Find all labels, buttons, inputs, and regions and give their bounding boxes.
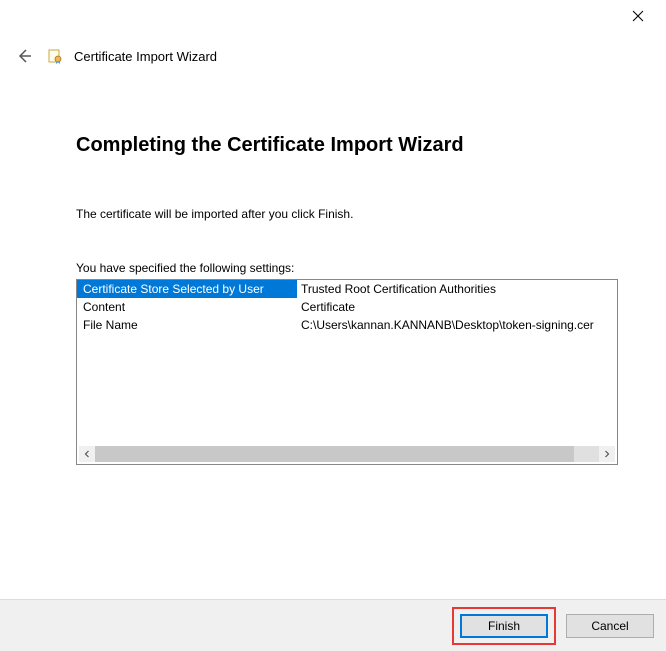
settings-row[interactable]: File Name C:\Users\kannan.KANNANB\Deskto… [77,316,617,334]
settings-label: You have specified the following setting… [76,261,618,275]
scroll-thumb[interactable] [95,446,574,462]
wizard-header: Certificate Import Wizard [0,30,666,74]
finish-button[interactable]: Finish [460,614,548,638]
settings-value-filename: C:\Users\kannan.KANNANB\Desktop\token-si… [297,316,617,334]
chevron-left-icon [83,450,91,458]
title-bar [0,0,666,30]
wizard-content: Completing the Certificate Import Wizard… [0,74,666,465]
horizontal-scrollbar[interactable] [79,446,615,462]
scroll-track[interactable] [95,446,599,462]
scroll-left-button[interactable] [79,446,95,462]
certificate-icon [46,47,64,65]
settings-key-filename: File Name [77,316,297,334]
instruction-text: The certificate will be imported after y… [76,207,618,221]
close-button[interactable] [618,4,658,28]
settings-value-store: Trusted Root Certification Authorities [297,280,617,298]
button-bar: Finish Cancel [0,599,666,651]
page-heading: Completing the Certificate Import Wizard [76,134,618,157]
close-icon [632,10,644,22]
settings-key-content: Content [77,298,297,316]
settings-key-store: Certificate Store Selected by User [77,280,297,298]
window-title: Certificate Import Wizard [74,49,217,64]
cancel-button[interactable]: Cancel [566,614,654,638]
settings-listbox[interactable]: Certificate Store Selected by User Trust… [76,279,618,465]
back-arrow-icon [15,47,33,65]
scroll-right-button[interactable] [599,446,615,462]
settings-row[interactable]: Certificate Store Selected by User Trust… [77,280,617,298]
settings-row[interactable]: Content Certificate [77,298,617,316]
settings-value-content: Certificate [297,298,617,316]
chevron-right-icon [603,450,611,458]
finish-highlight: Finish [452,607,556,645]
back-button[interactable] [12,44,36,68]
